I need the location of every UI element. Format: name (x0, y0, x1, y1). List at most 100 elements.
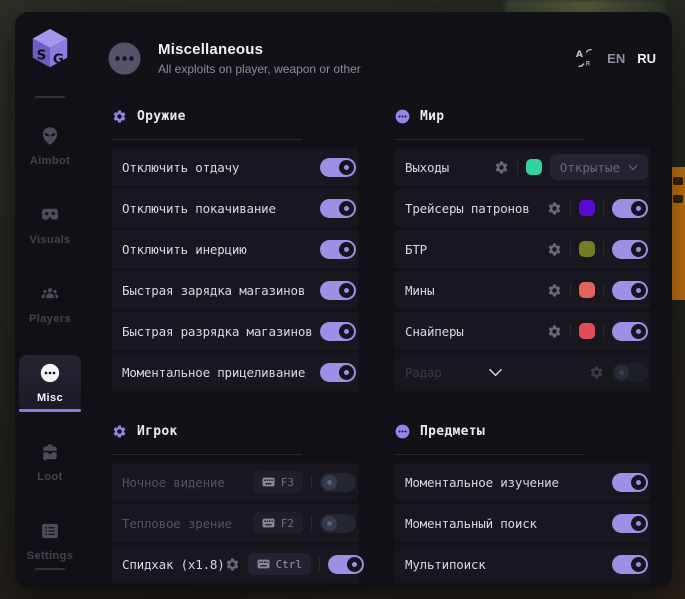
section-title: Оружие (137, 109, 186, 124)
feature-row-mines: Мины (395, 271, 650, 309)
feature-row-night-vision: Ночное видение F3 (112, 463, 358, 501)
chevron-down-icon (628, 164, 638, 171)
page-subtitle: All exploits on player, weapon or other (158, 62, 361, 76)
gear-icon[interactable] (225, 557, 240, 572)
hotkey-badge[interactable]: F3 (253, 471, 303, 493)
toggle[interactable] (328, 555, 364, 574)
gear-icon (112, 424, 127, 439)
toggle[interactable] (612, 363, 648, 382)
gear-icon[interactable] (547, 201, 562, 216)
toggle[interactable] (612, 555, 648, 574)
feature-label: Выходы (405, 160, 449, 175)
keyboard-icon (262, 518, 275, 528)
toggle[interactable] (320, 158, 356, 177)
toggle[interactable] (320, 281, 356, 300)
gear-icon[interactable] (547, 242, 562, 257)
hotkey-badge[interactable]: Ctrl (248, 553, 312, 575)
feature-label: Быстрая разрядка магазинов (122, 324, 312, 339)
page-header: Miscellaneous All exploits on player, we… (107, 32, 656, 84)
toggle[interactable] (320, 363, 356, 382)
feature-row-instant-examine: Моментальное изучение (395, 463, 650, 501)
hotkey-label: F2 (281, 517, 294, 530)
toggle[interactable] (612, 199, 648, 218)
toggle[interactable] (320, 514, 356, 533)
feature-row-instant-aim: Моментальное прицеливание (112, 353, 358, 391)
cheat-menu-window: Aimbot Visuals Players Misc Loot Setting… (15, 12, 672, 588)
dropdown-value: Открытые (560, 160, 620, 175)
list-card-icon (40, 521, 60, 541)
toggle[interactable] (612, 281, 648, 300)
feature-row-no-recoil: Отключить отдачу (112, 148, 358, 186)
feature-row-speedhack: Спидхак (x1.8) Ctrl (112, 545, 358, 583)
toggle[interactable] (320, 240, 356, 259)
color-swatch[interactable] (579, 323, 595, 339)
expand-chevron-icon[interactable] (488, 368, 503, 377)
vr-goggles-icon (40, 205, 60, 225)
dots-circle-icon (395, 109, 410, 124)
feature-label: Радар (405, 365, 442, 380)
toggle[interactable] (612, 514, 648, 533)
hotkey-badge[interactable]: F2 (253, 512, 303, 534)
sidebar-item-players[interactable]: Players (19, 276, 81, 332)
toggle[interactable] (612, 240, 648, 259)
feature-row-fast-unload: Быстрая разрядка магазинов (112, 312, 358, 350)
section-divider (112, 139, 302, 140)
sidebar-item-label: Misc (19, 392, 81, 404)
toggle[interactable] (612, 322, 648, 341)
toggle[interactable] (320, 199, 356, 218)
sidebar-item-label: Loot (19, 471, 81, 483)
sidebar-divider-bottom (35, 568, 65, 570)
feature-row-no-sway: Отключить покачивание (112, 189, 358, 227)
toggle[interactable] (320, 473, 356, 492)
color-swatch[interactable] (579, 241, 595, 257)
sidebar-item-visuals[interactable]: Visuals (19, 197, 81, 253)
feature-label: БТР (405, 242, 427, 257)
feature-row-bullet-tracers: Трейсеры патронов (395, 189, 650, 227)
toggle[interactable] (320, 322, 356, 341)
keyboard-icon (257, 559, 270, 569)
exits-dropdown[interactable]: Открытые (550, 154, 648, 180)
section-divider (395, 454, 585, 455)
gear-icon[interactable] (589, 365, 604, 380)
color-swatch[interactable] (579, 200, 595, 216)
sidebar-item-label: Settings (19, 550, 81, 562)
color-swatch[interactable] (579, 282, 595, 298)
section-items: Предметы Моментальное изучение Моменталь… (395, 420, 650, 583)
gear-icon[interactable] (494, 160, 509, 175)
feature-label: Ночное видение (122, 475, 225, 490)
feature-row-instant-search: Моментальный поиск (395, 504, 650, 542)
feature-row-multisearch: Мультипоиск (395, 545, 650, 583)
feature-label: Отключить покачивание (122, 201, 276, 216)
sidebar-item-settings[interactable]: Settings (19, 513, 81, 569)
gear-icon[interactable] (547, 324, 562, 339)
section-player: Игрок Ночное видение F3 Тепловое зрение (112, 420, 358, 583)
hotkey-label: Ctrl (276, 558, 303, 571)
feature-row-fast-reload: Быстрая зарядка магазинов (112, 271, 358, 309)
lang-en-button[interactable]: EN (607, 51, 625, 66)
feature-label: Мультипоиск (405, 557, 486, 572)
feature-label: Моментальное изучение (405, 475, 559, 490)
feature-row-radar: Радар (395, 353, 650, 391)
toggle[interactable] (612, 473, 648, 492)
sidebar-item-aimbot[interactable]: Aimbot (19, 118, 81, 174)
keyboard-icon (262, 477, 275, 487)
feature-row-snipers: Снайперы (395, 312, 650, 350)
sidebar-divider-top (35, 96, 65, 98)
briefcase-icon (40, 442, 60, 462)
feature-label: Моментальный поиск (405, 516, 537, 531)
color-swatch[interactable] (526, 159, 542, 175)
sidebar: Aimbot Visuals Players Misc Loot Setting… (15, 12, 85, 588)
feature-label: Отключить инерцию (122, 242, 247, 257)
sidebar-item-loot[interactable]: Loot (19, 434, 81, 490)
gear-icon[interactable] (547, 283, 562, 298)
sidebar-item-misc[interactable]: Misc (19, 355, 81, 411)
gear-icon (112, 109, 127, 124)
feature-row-exits: Выходы Открытые (395, 148, 650, 186)
feature-label: Спидхак (x1.8) (122, 557, 225, 572)
lang-ru-button[interactable]: RU (637, 51, 656, 66)
hotkey-label: F3 (281, 476, 294, 489)
feature-row-no-inertia: Отключить инерцию (112, 230, 358, 268)
alien-icon (40, 126, 60, 146)
background-orange-sign (671, 167, 685, 300)
translate-icon[interactable] (575, 48, 595, 68)
